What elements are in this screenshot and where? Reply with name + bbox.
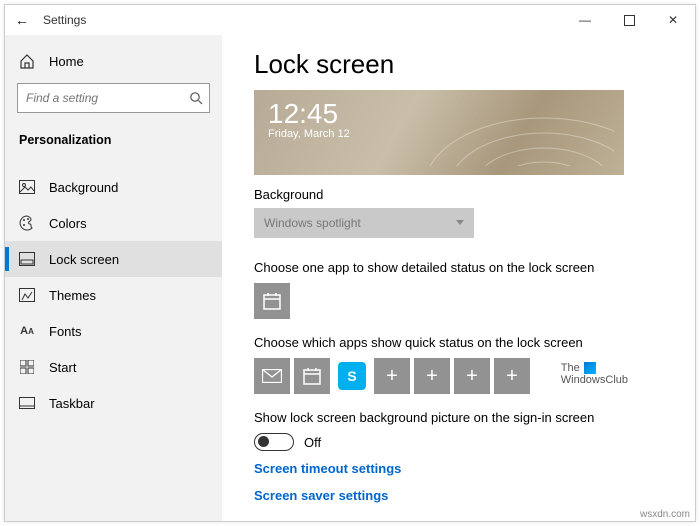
detailed-status-label: Choose one app to show detailed status o… bbox=[254, 260, 673, 275]
preview-time: 12:45 bbox=[268, 100, 610, 128]
quick-app-add-1[interactable]: + bbox=[374, 358, 410, 394]
plus-icon: + bbox=[506, 365, 518, 388]
search-icon bbox=[189, 91, 203, 105]
quick-app-add-2[interactable]: + bbox=[414, 358, 450, 394]
home-icon bbox=[19, 53, 35, 69]
toggle-state: Off bbox=[304, 435, 321, 450]
page-title: Lock screen bbox=[254, 49, 673, 80]
title-bar: ← Settings ― ✕ bbox=[5, 5, 695, 35]
sidebar-item-themes[interactable]: Themes bbox=[5, 277, 222, 313]
themes-icon bbox=[19, 287, 35, 303]
back-button[interactable]: ← bbox=[15, 12, 29, 28]
watermark: The WindowsClub bbox=[561, 362, 628, 386]
quick-status-label: Choose which apps show quick status on t… bbox=[254, 335, 673, 350]
quick-app-add-3[interactable]: + bbox=[454, 358, 490, 394]
start-icon bbox=[19, 359, 35, 375]
screen-timeout-link[interactable]: Screen timeout settings bbox=[254, 461, 673, 476]
home-label: Home bbox=[49, 54, 84, 69]
taskbar-icon bbox=[19, 395, 35, 411]
sidebar: Home Personalization Background bbox=[5, 35, 222, 521]
background-dropdown[interactable]: Windows spotlight bbox=[254, 208, 474, 238]
quick-app-skype[interactable]: S bbox=[334, 358, 370, 394]
sidebar-item-colors[interactable]: Colors bbox=[5, 205, 222, 241]
mail-icon bbox=[262, 369, 282, 383]
fonts-icon: AA bbox=[19, 323, 35, 339]
sidebar-item-label: Start bbox=[49, 360, 76, 375]
quick-app-mail[interactable] bbox=[254, 358, 290, 394]
sidebar-item-label: Lock screen bbox=[49, 252, 119, 267]
calendar-icon bbox=[263, 292, 281, 310]
signin-picture-label: Show lock screen background picture on t… bbox=[254, 410, 673, 425]
sidebar-item-label: Colors bbox=[49, 216, 87, 231]
background-label: Background bbox=[254, 187, 673, 202]
minimize-button[interactable]: ― bbox=[563, 5, 607, 35]
sidebar-item-label: Fonts bbox=[49, 324, 82, 339]
palette-icon bbox=[19, 215, 35, 231]
home-nav[interactable]: Home bbox=[5, 45, 222, 77]
plus-icon: + bbox=[426, 365, 438, 388]
close-button[interactable]: ✕ bbox=[651, 5, 695, 35]
lock-screen-preview[interactable]: 12:45 Friday, March 12 bbox=[254, 90, 624, 175]
picture-icon bbox=[19, 179, 35, 195]
attribution: wsxdn.com bbox=[640, 509, 690, 520]
sidebar-item-lock-screen[interactable]: Lock screen bbox=[5, 241, 222, 277]
category-header: Personalization bbox=[5, 119, 222, 157]
screen-saver-link[interactable]: Screen saver settings bbox=[254, 488, 673, 503]
content-area: Lock screen 12:45 Friday, March 12 Backg… bbox=[222, 35, 695, 521]
background-value: Windows spotlight bbox=[264, 216, 361, 230]
plus-icon: + bbox=[386, 365, 398, 388]
signin-picture-toggle[interactable] bbox=[254, 433, 294, 451]
quick-app-add-4[interactable]: + bbox=[494, 358, 530, 394]
watermark-logo-icon bbox=[584, 362, 596, 374]
window-title: Settings bbox=[43, 13, 86, 27]
preview-date: Friday, March 12 bbox=[268, 128, 610, 140]
search-field[interactable] bbox=[26, 91, 181, 105]
detailed-app-tile[interactable] bbox=[254, 283, 290, 319]
sidebar-item-label: Themes bbox=[49, 288, 96, 303]
sidebar-item-taskbar[interactable]: Taskbar bbox=[5, 385, 222, 421]
skype-icon: S bbox=[338, 362, 366, 390]
sidebar-item-start[interactable]: Start bbox=[5, 349, 222, 385]
sidebar-item-label: Taskbar bbox=[49, 396, 95, 411]
search-input[interactable] bbox=[17, 83, 210, 113]
lock-screen-icon bbox=[19, 251, 35, 267]
sidebar-item-background[interactable]: Background bbox=[5, 169, 222, 205]
calendar-icon bbox=[303, 367, 321, 385]
sidebar-item-fonts[interactable]: AA Fonts bbox=[5, 313, 222, 349]
quick-app-calendar[interactable] bbox=[294, 358, 330, 394]
maximize-button[interactable] bbox=[607, 5, 651, 35]
plus-icon: + bbox=[466, 365, 478, 388]
sidebar-item-label: Background bbox=[49, 180, 118, 195]
